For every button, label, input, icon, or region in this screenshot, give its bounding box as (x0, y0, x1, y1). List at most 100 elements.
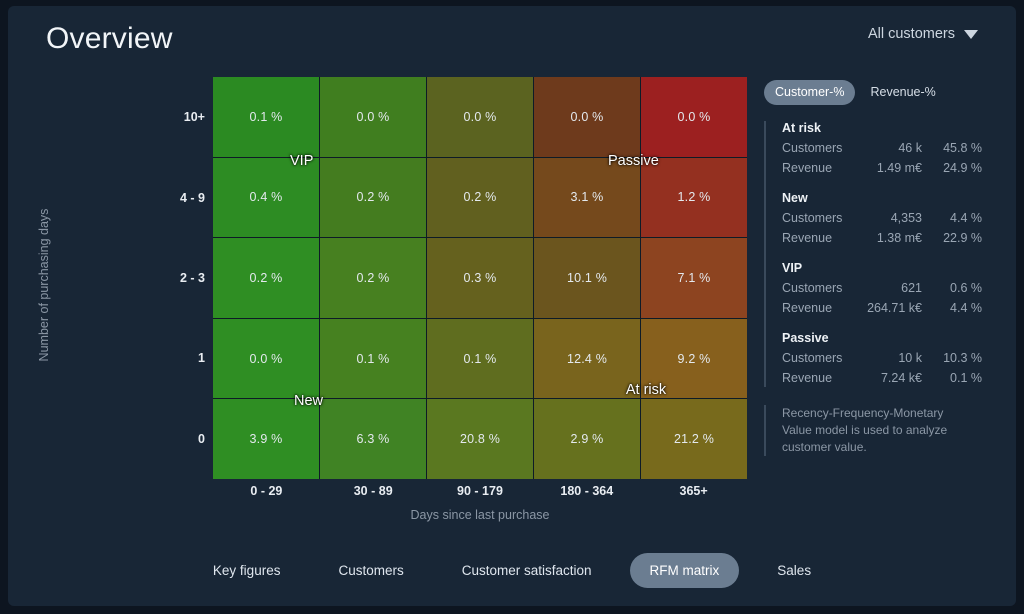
x-tick-1: 30 - 89 (320, 484, 427, 498)
stat-row-percent: 0.6 % (922, 281, 982, 295)
heatmap-cell[interactable]: 20.8 % (427, 399, 533, 479)
heatmap-cell[interactable]: 0.0 % (427, 77, 533, 157)
stat-row-percent: 22.9 % (922, 231, 982, 245)
stat-group-title: At risk (782, 121, 986, 135)
heatmap-cell[interactable]: 0.0 % (320, 77, 426, 157)
stat-group-title: New (782, 191, 986, 205)
heatmap-cell-value: 0.4 % (250, 190, 283, 204)
stat-row-percent: 10.3 % (922, 351, 982, 365)
stat-row-value: 1.49 m€ (856, 161, 922, 176)
heatmap-cell-value: 3.9 % (250, 432, 283, 446)
heatmap-cell-value: 9.2 % (678, 352, 711, 366)
stat-row-value: 46 k (856, 141, 922, 156)
stat-group: VIP Customers6210.6 % Revenue264.71 k€4.4 … (782, 261, 986, 317)
stat-row-percent: 45.8 % (922, 141, 982, 155)
heatmap-cell[interactable]: 0.1 % (213, 77, 319, 157)
stat-row-customers: Customers6210.6 % (782, 279, 986, 297)
rfm-note: Recency-Frequency-Monetary Value model i… (764, 405, 958, 456)
x-axis-tick-labels: 0 - 2930 - 8990 - 179180 - 364365+ (213, 484, 747, 498)
heatmap-cell[interactable]: 2.9 % (534, 399, 640, 479)
heatmap-cell[interactable]: 3.9 % (213, 399, 319, 479)
tab-customer-satisfaction[interactable]: Customer satisfaction (442, 553, 612, 588)
stat-group-title: Passive (782, 331, 986, 345)
heatmap-cell-value: 0.2 % (250, 271, 283, 285)
stat-row-percent: 0.1 % (922, 371, 982, 385)
metric-toggle-group: Customer-%Revenue-% (764, 80, 986, 105)
heatmap-cell[interactable]: 0.4 % (213, 158, 319, 238)
stat-row-label: Customers (782, 211, 856, 225)
heatmap-cell-value: 0.0 % (250, 352, 283, 366)
heatmap-cell[interactable]: 3.1 % (534, 158, 640, 238)
heatmap-cell-value: 0.2 % (357, 190, 390, 204)
heatmap-cell-value: 0.0 % (464, 110, 497, 124)
stat-group-title: VIP (782, 261, 986, 275)
heatmap-cell[interactable]: 0.0 % (534, 77, 640, 157)
heatmap-cell-value: 20.8 % (460, 432, 500, 446)
stat-row-percent: 24.9 % (922, 161, 982, 175)
heatmap-cell-value: 10.1 % (567, 271, 607, 285)
heatmap-cell-value: 0.2 % (464, 190, 497, 204)
heatmap-cell-value: 0.0 % (357, 110, 390, 124)
stat-row-label: Customers (782, 141, 856, 155)
stat-row-revenue: Revenue264.71 k€4.4 % (782, 299, 986, 317)
y-axis-tick-labels: 10+4 - 92 - 310 (153, 77, 205, 479)
x-tick-4: 365+ (640, 484, 747, 498)
heatmap-cell[interactable]: 9.2 % (641, 319, 747, 399)
x-tick-3: 180 - 364 (533, 484, 640, 498)
stat-row-revenue: Revenue7.24 k€0.1 % (782, 369, 986, 387)
stats-panel: Customer-%Revenue-% At riskCustomers46 k… (764, 80, 986, 456)
heatmap-cell-value: 2.9 % (571, 432, 604, 446)
heatmap-cell[interactable]: 0.0 % (213, 319, 319, 399)
heatmap-cell[interactable]: 0.3 % (427, 238, 533, 318)
metric-toggle-revenue[interactable]: Revenue-% (859, 80, 946, 105)
stat-row-label: Customers (782, 281, 856, 295)
heatmap-cell-value: 0.1 % (357, 352, 390, 366)
heatmap-cell[interactable]: 0.1 % (427, 319, 533, 399)
stat-row-label: Customers (782, 351, 856, 365)
tab-customers[interactable]: Customers (318, 553, 423, 588)
stat-row-value: 621 (856, 281, 922, 296)
heatmap-cell-value: 0.0 % (571, 110, 604, 124)
heatmap-cell[interactable]: 0.2 % (213, 238, 319, 318)
stat-group: At risk Customers46 k45.8 % Revenue1.49 m€… (782, 121, 986, 177)
stat-row-value: 7.24 k€ (856, 371, 922, 386)
heatmap-cell[interactable]: 7.1 % (641, 238, 747, 318)
heatmap-cell-value: 7.1 % (678, 271, 711, 285)
heatmap-cell-value: 3.1 % (571, 190, 604, 204)
heatmap-cell[interactable]: 1.2 % (641, 158, 747, 238)
dashboard-root: Overview All customers Number of purchas… (8, 6, 1016, 606)
stat-row-value: 1.38 m€ (856, 231, 922, 246)
tab-sales[interactable]: Sales (757, 553, 831, 588)
stat-row-customers: Customers10 k10.3 % (782, 349, 986, 367)
heatmap-cell[interactable]: 0.2 % (320, 158, 426, 238)
stat-row-label: Revenue (782, 301, 856, 315)
heatmap-cell-value: 0.1 % (250, 110, 283, 124)
y-tick-4: 0 (153, 399, 205, 479)
stat-row-customers: Customers4,3534.4 % (782, 209, 986, 227)
stat-row-label: Revenue (782, 161, 856, 175)
heatmap-cell[interactable]: 6.3 % (320, 399, 426, 479)
heatmap-cell[interactable]: 21.2 % (641, 399, 747, 479)
heatmap-cell[interactable]: 0.2 % (320, 238, 426, 318)
tab-rfm-matrix[interactable]: RFM matrix (630, 553, 740, 588)
heatmap-cell-value: 0.0 % (678, 110, 711, 124)
metric-toggle-customer[interactable]: Customer-% (764, 80, 855, 105)
y-axis-title: Number of purchasing days (37, 185, 51, 385)
heatmap-cell[interactable]: 0.0 % (641, 77, 747, 157)
stat-row-value: 10 k (856, 351, 922, 366)
bottom-tab-bar: Key figures Customers Customer satisfactio… (8, 553, 1016, 588)
stat-group: Passive Customers10 k10.3 % Revenue7.24 k€… (782, 331, 986, 387)
tab-key-figures[interactable]: Key figures (193, 553, 301, 588)
heatmap-cell[interactable]: 0.1 % (320, 319, 426, 399)
stat-row-revenue: Revenue1.49 m€24.9 % (782, 159, 986, 177)
stat-row-customers: Customers46 k45.8 % (782, 139, 986, 157)
customer-filter-label: All customers (868, 26, 955, 42)
stat-row-label: Revenue (782, 231, 856, 245)
x-tick-0: 0 - 29 (213, 484, 320, 498)
heatmap-cell-value: 6.3 % (357, 432, 390, 446)
heatmap-cell[interactable]: 12.4 % (534, 319, 640, 399)
stat-row-revenue: Revenue1.38 m€22.9 % (782, 229, 986, 247)
customer-filter-dropdown[interactable]: All customers (868, 26, 978, 42)
heatmap-cell[interactable]: 0.2 % (427, 158, 533, 238)
heatmap-cell[interactable]: 10.1 % (534, 238, 640, 318)
